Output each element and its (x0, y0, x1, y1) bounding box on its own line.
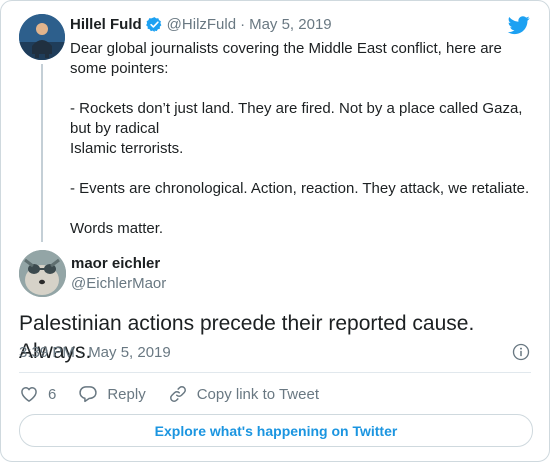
thread-connector-line (41, 64, 43, 242)
header-separator: · (240, 16, 246, 33)
author-avatar[interactable] (19, 250, 66, 297)
embedded-tweet-card: Hillel Fuld @HilzFuld · May 5, 2019 Dear… (0, 0, 550, 462)
divider (19, 372, 531, 373)
parent-text-line: - Rockets don’t just land. They are fire… (70, 100, 523, 137)
parent-text-line: Islamic terrorists. (70, 140, 184, 157)
parent-author-handle[interactable]: @HilzFuld (167, 16, 236, 33)
copy-link-label: Copy link to Tweet (196, 385, 319, 403)
copy-link-button[interactable]: Copy link to Tweet (168, 384, 319, 404)
parent-text-line: Words matter. (70, 220, 164, 237)
like-button[interactable]: 6 (19, 384, 56, 404)
parent-author-avatar[interactable] (19, 14, 65, 60)
parent-text-line: - Events are chronological. Action, reac… (70, 180, 530, 197)
parent-tweet-header: Hillel Fuld @HilzFuld · May 5, 2019 (70, 16, 332, 33)
parent-tweet-date[interactable]: May 5, 2019 (249, 16, 332, 33)
reply-bubble-icon (79, 386, 98, 403)
tweet-timestamp[interactable]: 3:39 PM · May 5, 2019 (19, 344, 171, 361)
dog-avatar-icon (19, 250, 66, 297)
link-icon (169, 386, 186, 402)
author-handle[interactable]: @EichlerMaor (71, 275, 166, 292)
heart-icon (21, 387, 37, 402)
tweet-actions: 6 Reply Copy link to Tweet (19, 382, 341, 406)
verified-badge-icon (145, 17, 162, 32)
author-name[interactable]: maor eichler (71, 255, 160, 272)
reply-button[interactable]: Reply (78, 384, 146, 404)
info-icon[interactable] (512, 343, 530, 361)
parent-text-line: Dear global journalists covering the Mid… (70, 40, 502, 77)
explore-twitter-button[interactable]: Explore what's happening on Twitter (19, 414, 533, 447)
user-avatar-icon (19, 14, 65, 60)
like-count: 6 (48, 385, 57, 403)
parent-tweet-text: Dear global journalists covering the Mid… (70, 39, 535, 239)
twitter-bird-icon[interactable] (507, 14, 531, 36)
reply-label: Reply (107, 385, 146, 403)
parent-author-name[interactable]: Hillel Fuld (70, 16, 142, 33)
